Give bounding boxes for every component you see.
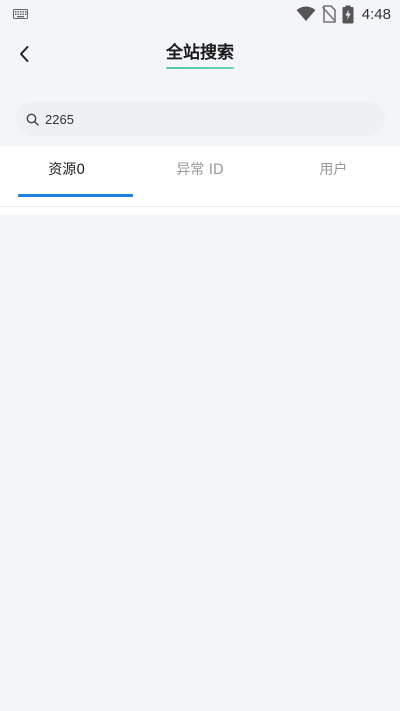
header: 全站搜索 <box>0 28 400 80</box>
search-icon <box>25 112 39 126</box>
tab-users-label: 用户 <box>319 162 348 178</box>
title-underline <box>166 67 234 69</box>
page-title: 全站搜索 <box>0 42 400 69</box>
tab-exception-id-label: 异常 ID <box>176 162 224 178</box>
battery-charging-icon <box>342 5 354 23</box>
tab-resources[interactable]: 资源0 <box>0 146 134 206</box>
results-list <box>0 215 400 711</box>
wifi-icon <box>296 6 316 21</box>
tab-users[interactable]: 用户 <box>267 146 400 206</box>
no-sim-icon <box>321 5 336 23</box>
status-bar: 4:48 <box>0 0 400 28</box>
search-box[interactable] <box>16 102 385 136</box>
tab-content-header <box>0 207 400 215</box>
tab-exception-id[interactable]: 异常 ID <box>133 146 266 206</box>
search-input[interactable] <box>45 104 365 134</box>
tab-resources-label: 资源0 <box>48 162 86 178</box>
status-time: 4:48 <box>361 5 391 23</box>
tab-bar: 资源0 异常 ID 用户 <box>0 146 400 206</box>
keyboard-icon <box>13 9 28 19</box>
page-title-text: 全站搜索 <box>166 43 234 63</box>
status-icons: 4:48 <box>296 4 391 24</box>
active-tab-indicator <box>18 194 134 197</box>
